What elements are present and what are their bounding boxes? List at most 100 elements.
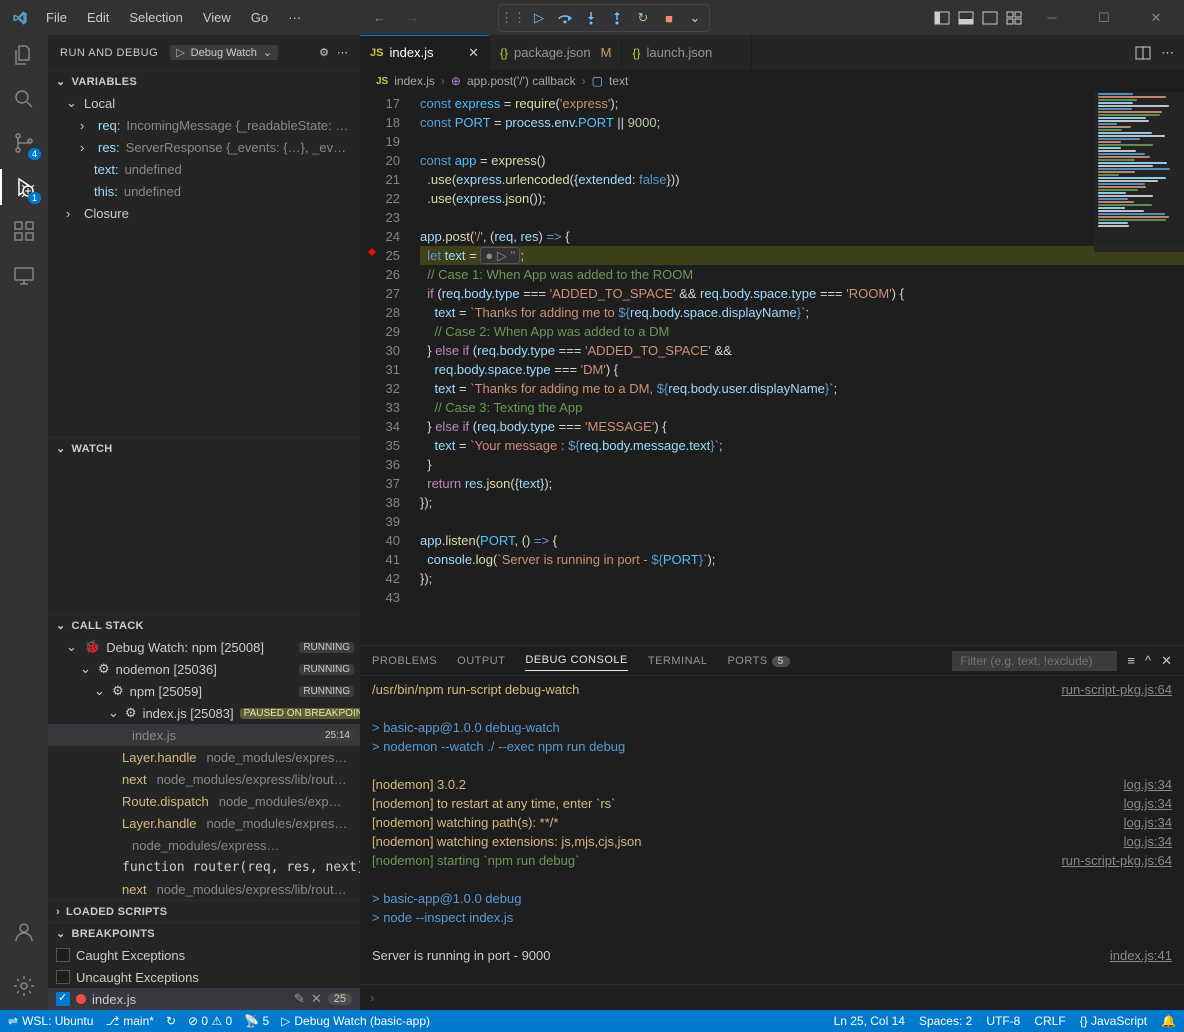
callstack-row[interactable]: function router(req, res, next) {.pr	[48, 856, 360, 878]
tab-launch-json[interactable]: {} launch.json	[622, 35, 752, 70]
variables-tree[interactable]: ⌄Local ›req: IncomingMessage {_readableS…	[48, 92, 360, 230]
step-into-icon[interactable]	[581, 8, 601, 28]
menu-view[interactable]: View	[195, 6, 239, 29]
nav-forward-icon[interactable]: →	[406, 10, 419, 25]
callstack-row[interactable]: nextnode_modules/express/lib/rout…	[48, 768, 360, 790]
continue-icon[interactable]: ▷	[529, 8, 549, 28]
window-minimize[interactable]: ─	[1030, 3, 1074, 33]
ptab-problems[interactable]: PROBLEMS	[372, 651, 437, 671]
status-cursor[interactable]: Ln 25, Col 14	[834, 1014, 905, 1028]
layout-sidebar-right-icon[interactable]	[982, 10, 998, 26]
chevron-down-icon: ⌄	[56, 75, 66, 88]
menu-edit[interactable]: Edit	[79, 6, 117, 29]
js-file-icon: JS	[370, 47, 383, 59]
remove-icon[interactable]: ✕	[311, 991, 322, 1007]
ptab-ports[interactable]: PORTS5	[727, 651, 789, 671]
status-problems[interactable]: ⊘ 0 ⚠ 0	[188, 1014, 232, 1028]
window-maximize[interactable]: ☐	[1082, 3, 1126, 33]
tab-index-js[interactable]: JS index.js ✕	[360, 35, 490, 70]
more-icon[interactable]: ⋯	[1161, 45, 1174, 61]
status-debug-config[interactable]: ▷Debug Watch (basic-app)	[281, 1014, 430, 1028]
status-encoding[interactable]: UTF-8	[986, 1014, 1020, 1028]
status-ports[interactable]: 📡 5	[244, 1014, 269, 1028]
layout-panel-icon[interactable]	[958, 10, 974, 26]
loaded-scripts-header[interactable]: › LOADED SCRIPTS	[48, 900, 360, 922]
gear-icon[interactable]: ⚙	[319, 46, 329, 59]
activity-remote[interactable]	[10, 261, 38, 289]
maximize-panel-icon[interactable]: ^	[1145, 653, 1151, 668]
ptab-debug-console[interactable]: DEBUG CONSOLE	[525, 650, 627, 671]
close-icon[interactable]: ✕	[468, 45, 479, 61]
status-language[interactable]: {} JavaScript	[1080, 1014, 1147, 1028]
callstack-row[interactable]: node_modules/express…	[48, 834, 360, 856]
bp-caught[interactable]: Caught Exceptions	[48, 944, 360, 966]
status-remote[interactable]: ⇌WSL: Ubuntu	[8, 1014, 93, 1028]
bp-uncaught[interactable]: Uncaught Exceptions	[48, 966, 360, 988]
activity-search[interactable]	[10, 85, 38, 113]
activity-settings[interactable]	[10, 972, 38, 1000]
callstack-tree[interactable]: ⌄🐞Debug Watch: npm [25008]RUNNING⌄⚙nodem…	[48, 636, 360, 900]
chevron-down-icon: ⌄	[56, 927, 66, 940]
debug-toolbar[interactable]: ⋮⋮ ▷ ↻ ■ ⌄	[498, 4, 710, 32]
window-close[interactable]: ✕	[1134, 3, 1178, 33]
ptab-output[interactable]: OUTPUT	[457, 651, 505, 671]
split-icon[interactable]	[1135, 45, 1151, 61]
editor[interactable]: 1718192021222324252627282930313233343536…	[360, 92, 1184, 645]
callstack-row[interactable]: ⌄⚙npm [25059]RUNNING	[48, 680, 360, 702]
activity-account[interactable]	[10, 918, 38, 946]
layout-sidebar-left-icon[interactable]	[934, 10, 950, 26]
debug-config-select[interactable]: ▷ Debug Watch ⌄	[170, 45, 278, 60]
menu-selection[interactable]: Selection	[121, 6, 190, 29]
repl-chevron-icon[interactable]: ›	[370, 990, 374, 1005]
edit-icon[interactable]: ✎	[294, 991, 305, 1007]
close-panel-icon[interactable]: ✕	[1161, 653, 1172, 669]
activity-extensions[interactable]	[10, 217, 38, 245]
more-icon[interactable]: ⋯	[337, 46, 348, 59]
step-over-icon[interactable]	[555, 8, 575, 28]
menu-file[interactable]: File	[38, 6, 75, 29]
breadcrumb[interactable]: JS index.js › ⊕ app.post('/') callback ›…	[360, 70, 1184, 92]
breakpoints-header[interactable]: ⌄ BREAKPOINTS	[48, 922, 360, 944]
status-sync[interactable]: ↻	[166, 1014, 176, 1028]
filter-settings-icon[interactable]: ≡	[1127, 653, 1135, 668]
callstack-row[interactable]: ⌄⚙nodemon [25036]RUNNING	[48, 658, 360, 680]
tab-package-json[interactable]: {} package.json M	[490, 35, 622, 70]
ptab-terminal[interactable]: TERMINAL	[648, 651, 708, 671]
step-out-icon[interactable]	[607, 8, 627, 28]
callstack-row[interactable]: index.js25:14	[48, 724, 360, 746]
sidebar: RUN AND DEBUG ▷ Debug Watch ⌄ ⚙ ⋯ ⌄ VARI…	[48, 35, 360, 1010]
callstack-row[interactable]: Layer.handlenode_modules/expres…	[48, 812, 360, 834]
layout-custom-icon[interactable]	[1006, 10, 1022, 26]
activity-explorer[interactable]	[10, 41, 38, 69]
activity-scm[interactable]: 4	[10, 129, 38, 157]
watch-header[interactable]: ⌄ WATCH	[48, 437, 360, 459]
menu-more[interactable]: ···	[280, 6, 309, 29]
callstack-header[interactable]: ⌄ CALL STACK	[48, 614, 360, 636]
panel-tabs: PROBLEMS OUTPUT DEBUG CONSOLE TERMINAL P…	[360, 646, 1184, 676]
menu-go[interactable]: Go	[243, 6, 276, 29]
callstack-row[interactable]: nextnode_modules/express/lib/rout…	[48, 878, 360, 900]
panel: PROBLEMS OUTPUT DEBUG CONSOLE TERMINAL P…	[360, 645, 1184, 1010]
callstack-row[interactable]: Layer.handlenode_modules/expres…	[48, 746, 360, 768]
debug-dropdown-icon[interactable]: ⌄	[685, 8, 705, 28]
code-content[interactable]: const express = require('express');const…	[420, 92, 1184, 645]
minimap[interactable]	[1094, 92, 1184, 252]
callstack-row[interactable]: ⌄⚙index.js [25083]PAUSED ON BREAKPOINT	[48, 702, 360, 724]
stop-icon[interactable]: ■	[659, 8, 679, 28]
bp-file-row[interactable]: index.js ✎ ✕ 25	[48, 988, 360, 1010]
status-branch[interactable]: ⎇main*	[105, 1014, 154, 1028]
breakpoint-icon[interactable]	[366, 246, 378, 258]
debug-console-output[interactable]: /usr/bin/npm run-script debug-watchrun-s…	[360, 676, 1184, 984]
grip-icon[interactable]: ⋮⋮	[503, 8, 523, 28]
callstack-row[interactable]: ⌄🐞Debug Watch: npm [25008]RUNNING	[48, 636, 360, 658]
filter-input[interactable]	[952, 651, 1117, 671]
status-bell-icon[interactable]: 🔔	[1161, 1014, 1176, 1028]
status-eol[interactable]: CRLF	[1034, 1014, 1065, 1028]
variables-header[interactable]: ⌄ VARIABLES	[48, 70, 360, 92]
restart-icon[interactable]: ↻	[633, 8, 653, 28]
status-spaces[interactable]: Spaces: 2	[919, 1014, 972, 1028]
activity-debug[interactable]: 1	[10, 173, 38, 201]
callstack-row[interactable]: Route.dispatchnode_modules/exp…	[48, 790, 360, 812]
nav-buttons: ← →	[373, 10, 419, 25]
nav-back-icon[interactable]: ←	[373, 10, 386, 25]
